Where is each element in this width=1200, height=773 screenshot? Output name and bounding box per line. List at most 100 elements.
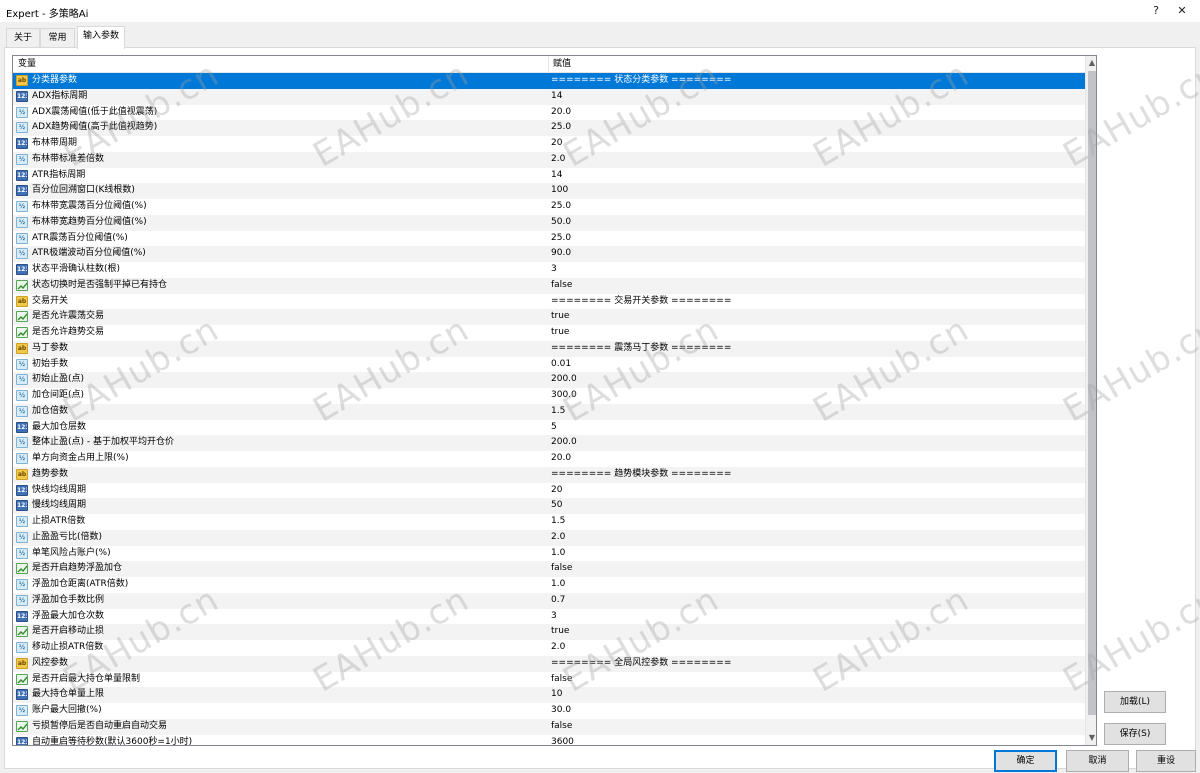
variable-value[interactable]: 20: [551, 136, 562, 152]
variable-value[interactable]: false: [551, 278, 572, 294]
scroll-thumb[interactable]: [1088, 71, 1096, 715]
column-header-variable[interactable]: 变量: [13, 56, 36, 73]
variable-value[interactable]: 10: [551, 687, 562, 703]
table-row[interactable]: 123 浮盈最大加仓次数 3: [13, 609, 1085, 625]
table-row[interactable]: 是否允许震荡交易 true: [13, 309, 1085, 325]
table-row[interactable]: ½ ATR极端波动百分位阈值(%) 90.0: [13, 246, 1085, 262]
variable-value[interactable]: 2.0: [551, 640, 565, 656]
variable-value[interactable]: 20: [551, 483, 562, 499]
reset-button[interactable]: 重设: [1136, 750, 1196, 772]
table-row[interactable]: ½ 初始手数 0.01: [13, 357, 1085, 373]
variable-value[interactable]: 25.0: [551, 120, 571, 136]
variable-value[interactable]: 0.7: [551, 593, 565, 609]
variable-value[interactable]: 14: [551, 168, 562, 184]
load-button[interactable]: 加载(L): [1104, 691, 1166, 713]
table-row[interactable]: ½ 止盈盈亏比(倍数) 2.0: [13, 529, 1085, 546]
save-button[interactable]: 保存(S): [1104, 723, 1166, 745]
table-row[interactable]: ½ 初始止盈(点) 200.0: [13, 372, 1085, 388]
table-row[interactable]: 123 最大加仓层数 5: [13, 420, 1085, 436]
scroll-up-icon[interactable]: ▲: [1086, 56, 1096, 70]
table-row[interactable]: ½ 加仓间距(点) 300.0: [13, 388, 1085, 404]
table-row[interactable]: 123 ADX指标周期 14: [13, 88, 1085, 105]
variable-value[interactable]: ======== 交易开关参数 ========: [551, 294, 731, 310]
variable-value[interactable]: ======== 全局风控参数 ========: [551, 656, 731, 672]
variable-value[interactable]: 20.0: [551, 105, 571, 121]
table-row[interactable]: ½ 单方向资金占用上限(%) 20.0: [13, 451, 1085, 467]
variable-value[interactable]: 25.0: [551, 231, 571, 247]
table-row[interactable]: ½ ATR震荡百分位阈值(%) 25.0: [13, 231, 1085, 247]
table-row[interactable]: ab 风控参数 ======== 全局风控参数 ========: [13, 655, 1085, 672]
table-row[interactable]: ½ 布林带标准差倍数 2.0: [13, 151, 1085, 168]
table-row[interactable]: 123 布林带周期 20: [13, 136, 1085, 152]
variable-value[interactable]: 20.0: [551, 451, 571, 467]
table-row[interactable]: ½ ADX趋势阈值(高于此值视趋势) 25.0: [13, 120, 1085, 136]
variable-value[interactable]: 30.0: [551, 703, 571, 719]
help-button[interactable]: ?: [1144, 2, 1168, 20]
cancel-button[interactable]: 取消: [1066, 750, 1129, 772]
table-row[interactable]: 123 ATR指标周期 14: [13, 168, 1085, 184]
variable-value[interactable]: 3600: [551, 735, 574, 746]
variable-value[interactable]: 100: [551, 183, 568, 199]
table-row[interactable]: 是否允许趋势交易 true: [13, 325, 1085, 341]
close-button[interactable]: ✕: [1170, 2, 1194, 20]
table-row[interactable]: 是否开启最大持仓单量限制 false: [13, 672, 1085, 688]
scroll-down-icon[interactable]: ▼: [1086, 731, 1096, 745]
variable-value[interactable]: 3: [551, 609, 557, 625]
table-row[interactable]: ½ 移动止损ATR倍数 2.0: [13, 640, 1085, 656]
variable-value[interactable]: ======== 趋势模块参数 ========: [551, 467, 731, 483]
variable-value[interactable]: ======== 状态分类参数 ========: [551, 73, 731, 89]
variable-value[interactable]: 1.0: [551, 577, 565, 593]
variable-value[interactable]: 0.01: [551, 357, 571, 373]
table-row[interactable]: 123 自动重启等待秒数(默认3600秒=1小时) 3600: [13, 735, 1085, 746]
table-row[interactable]: ½ 止损ATR倍数 1.5: [13, 514, 1085, 530]
variable-value[interactable]: 2.0: [551, 530, 565, 546]
table-row[interactable]: 是否开启移动止损 true: [13, 624, 1085, 640]
variable-value[interactable]: false: [551, 561, 572, 577]
table-row[interactable]: ½ 加仓倍数 1.5: [13, 403, 1085, 420]
table-row[interactable]: ½ 布林带宽震荡百分位阈值(%) 25.0: [13, 199, 1085, 215]
variable-value[interactable]: 1.5: [551, 514, 565, 530]
table-row[interactable]: ½ 整体止盈(点) - 基于加权平均开仓价 200.0: [13, 435, 1085, 451]
variable-value[interactable]: 5: [551, 420, 557, 436]
table-row[interactable]: ab 交易开关 ======== 交易开关参数 ========: [13, 294, 1085, 310]
table-row[interactable]: 123 最大持仓单量上限 10: [13, 687, 1085, 703]
table-row[interactable]: ab 分类器参数 ======== 状态分类参数 ========: [13, 73, 1085, 89]
table-row[interactable]: ½ 单笔风险占账户(%) 1.0: [13, 546, 1085, 562]
variable-value[interactable]: 25.0: [551, 199, 571, 215]
variable-value[interactable]: true: [551, 325, 569, 341]
table-row[interactable]: ½ 浮盈加仓距离(ATR倍数) 1.0: [13, 577, 1085, 593]
variable-value[interactable]: 1.5: [551, 404, 565, 420]
variable-value[interactable]: 14: [551, 89, 562, 105]
variable-value[interactable]: false: [551, 672, 572, 688]
tab-0[interactable]: 关于: [6, 28, 40, 48]
table-row[interactable]: ½ 账户最大回撤(%) 30.0: [13, 703, 1085, 719]
table-row[interactable]: 123 百分位回溯窗口(K线根数) 100: [13, 183, 1085, 199]
variable-value[interactable]: 1.0: [551, 546, 565, 562]
variable-value[interactable]: true: [551, 309, 569, 325]
variable-value[interactable]: false: [551, 719, 572, 735]
variable-value[interactable]: 50.0: [551, 215, 571, 231]
table-row[interactable]: ½ ADX震荡阈值(低于此值视震荡) 20.0: [13, 105, 1085, 121]
table-row[interactable]: ab 趋势参数 ======== 趋势模块参数 ========: [13, 466, 1085, 483]
table-row[interactable]: ½ 布林带宽趋势百分位阈值(%) 50.0: [13, 214, 1085, 231]
variable-value[interactable]: ======== 震荡马丁参数 ========: [551, 341, 731, 357]
table-row[interactable]: 123 快线均线周期 20: [13, 483, 1085, 499]
table-row[interactable]: 123 慢线均线周期 50: [13, 498, 1085, 514]
tab-1[interactable]: 常用: [40, 28, 75, 48]
variable-value[interactable]: true: [551, 624, 569, 640]
tab-2[interactable]: 输入参数: [77, 26, 125, 49]
variable-value[interactable]: 50: [551, 498, 562, 514]
table-row[interactable]: 状态切换时是否强制平掉已有持仓 false: [13, 277, 1085, 294]
vertical-scrollbar[interactable]: ▲ ▼: [1085, 56, 1096, 745]
variable-value[interactable]: 2.0: [551, 152, 565, 168]
variable-value[interactable]: 200.0: [551, 435, 577, 451]
ok-button[interactable]: 确定: [994, 750, 1057, 772]
table-row[interactable]: 123 状态平滑确认柱数(根) 3: [13, 262, 1085, 278]
variable-value[interactable]: 200.0: [551, 372, 577, 388]
variable-value[interactable]: 3: [551, 262, 557, 278]
table-row[interactable]: 亏损暂停后是否自动重启自动交易 false: [13, 718, 1085, 735]
variable-value[interactable]: 90.0: [551, 246, 571, 262]
column-header-value[interactable]: 赋值: [548, 56, 571, 73]
table-row[interactable]: ab 马丁参数 ======== 震荡马丁参数 ========: [13, 340, 1085, 357]
table-row[interactable]: 是否开启趋势浮盈加仓 false: [13, 561, 1085, 577]
